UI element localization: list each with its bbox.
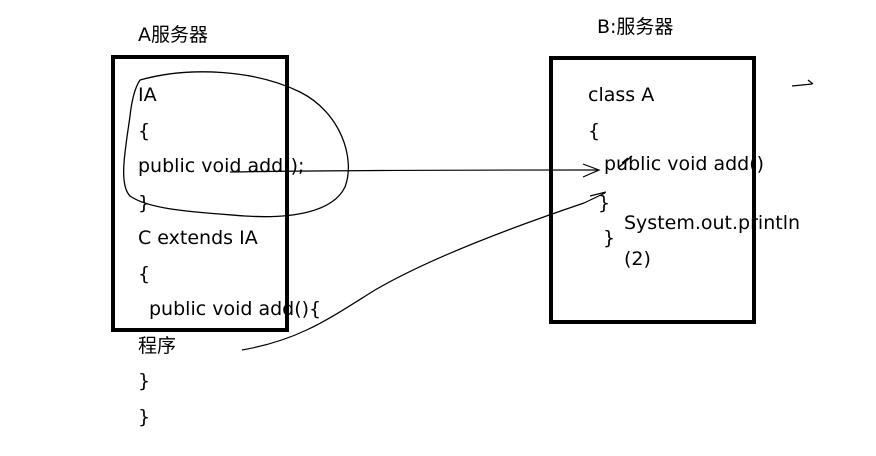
program-to-remote-curve: [241, 202, 585, 351]
server-b-line-body-statement: System.out.println: [624, 212, 801, 234]
server-b-line-method-close-brace: }: [598, 192, 611, 214]
server-b-title: B:服务器: [597, 16, 674, 38]
server-a-line-method-declaration: public void add();: [138, 155, 305, 177]
server-a-line-open-brace: {: [138, 120, 151, 142]
server-a-line-class-open-brace: {: [138, 263, 151, 285]
server-a-title: A服务器: [138, 24, 208, 46]
server-a-line-class-close-brace: }: [138, 406, 151, 428]
server-a-line-method-close-brace: }: [138, 370, 151, 392]
server-b-line-class-declaration: class A: [588, 84, 655, 106]
server-b-line-open-brace: {: [588, 120, 601, 142]
server-a-line-program: 程序: [138, 335, 177, 357]
stray-dash-mark: [791, 79, 814, 87]
server-a-line-method-implementation: public void add(){: [149, 298, 322, 320]
server-a-line-class-declaration: C extends IA: [138, 227, 258, 249]
server-a-line-interface-name: IA: [138, 84, 157, 106]
server-b-line-class-close-brace: }: [603, 227, 616, 249]
server-b-line-body-argument: (2): [624, 248, 651, 270]
server-a-line-close-brace: }: [138, 192, 151, 214]
server-b-line-method-signature: public void add(): [604, 153, 765, 175]
